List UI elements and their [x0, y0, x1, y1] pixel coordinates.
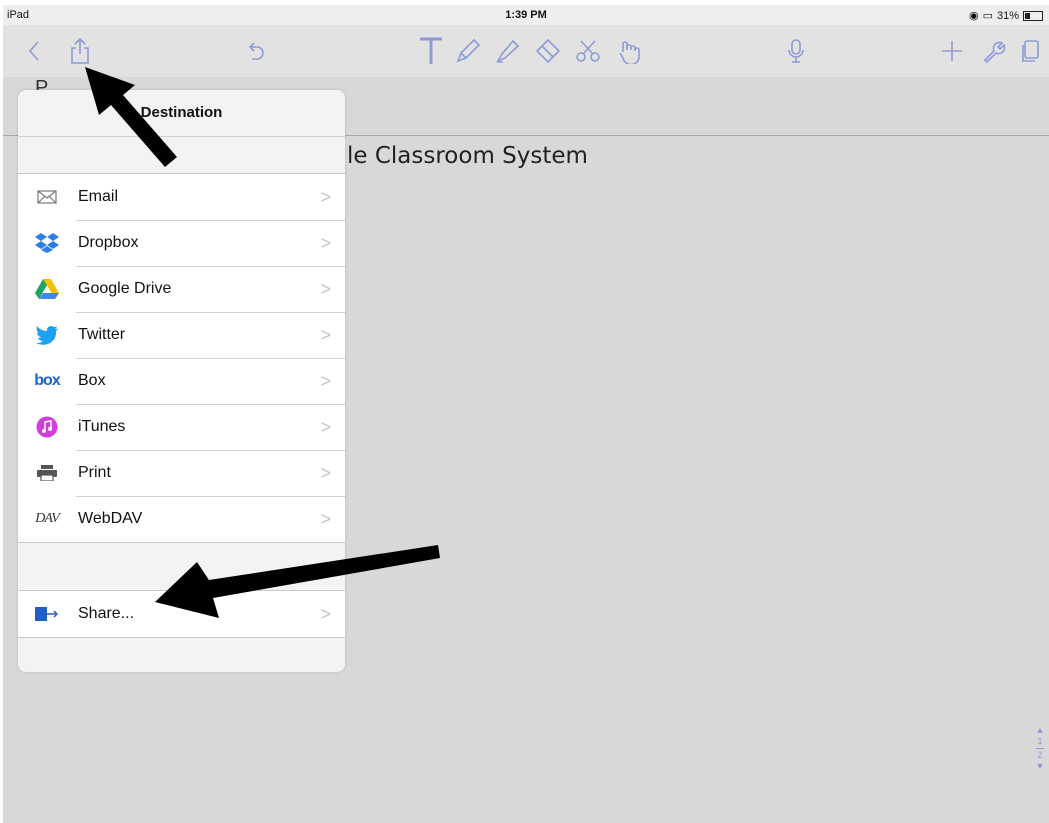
box-icon: box [32, 372, 62, 390]
share-icon [32, 606, 62, 622]
hand-icon[interactable] [615, 35, 645, 67]
destination-label: Twitter [78, 326, 126, 343]
text-tool-icon[interactable] [415, 35, 447, 67]
chevron-right-icon: > [320, 370, 331, 391]
webdav-icon: DAV [32, 511, 62, 527]
annotation-arrow-bottom [155, 545, 440, 618]
print-icon [32, 465, 62, 481]
page-divider [1036, 748, 1044, 749]
destination-label: iTunes [78, 418, 126, 435]
highlighter-icon[interactable] [493, 35, 523, 67]
chevron-right-icon: > [320, 186, 331, 207]
destination-label: WebDAV [78, 510, 143, 527]
chevron-right-icon: > [320, 508, 331, 529]
destination-print[interactable]: Print > [18, 450, 345, 496]
battery-icon [1023, 10, 1043, 21]
battery-percent: 31% [996, 9, 1019, 22]
pen-icon[interactable] [453, 35, 483, 67]
destination-dropbox[interactable]: Dropbox > [18, 220, 345, 266]
webdav-icon-text: DAV [35, 511, 60, 526]
itunes-icon [32, 416, 62, 438]
chevron-right-icon: > [320, 232, 331, 253]
document-title: le Classroom System [347, 143, 588, 169]
clock: 1:39 PM [505, 9, 547, 21]
destination-label: Google Drive [78, 280, 172, 297]
box-icon-text: box [34, 372, 60, 389]
scissors-icon[interactable] [573, 35, 603, 67]
destination-label: Print [78, 464, 111, 481]
destination-label: Box [78, 372, 106, 389]
destination-twitter[interactable]: Twitter > [18, 312, 345, 358]
annotation-arrow-top [85, 67, 177, 167]
page-current: 1 [1037, 736, 1043, 746]
chevron-right-icon: > [320, 462, 331, 483]
destination-itunes[interactable]: iTunes > [18, 404, 345, 450]
wrench-icon[interactable] [981, 35, 1007, 67]
twitter-icon [32, 325, 62, 345]
microphone-icon[interactable] [783, 35, 809, 67]
page-total: 2 [1037, 750, 1043, 760]
destination-webdav[interactable]: DAV WebDAV > [18, 496, 345, 542]
page-indicator[interactable]: ▲ 1 2 ▼ [1033, 725, 1047, 772]
lock-rotation-icon: ◉ [968, 10, 979, 22]
back-icon[interactable] [23, 35, 45, 67]
add-icon[interactable] [939, 35, 965, 67]
undo-icon[interactable] [243, 35, 269, 67]
google-drive-icon [32, 279, 62, 299]
destination-label: Email [78, 188, 119, 205]
page-up-icon[interactable]: ▲ [1033, 725, 1047, 736]
ipad-screen: iPad 1:39 PM ◉ ▭ 31% P le Classroom Syst… [3, 5, 1049, 823]
chevron-right-icon: > [320, 278, 331, 299]
status-icons: ◉ ▭ 31% [969, 9, 1043, 22]
destination-list: Email > Dropbox > Google Drive > Twitter… [18, 173, 345, 543]
email-icon [32, 190, 62, 204]
airplay-icon: ▭ [982, 10, 993, 22]
status-bar: iPad 1:39 PM ◉ ▭ 31% [3, 5, 1049, 25]
chevron-right-icon: > [320, 324, 331, 345]
chevron-right-icon: > [320, 416, 331, 437]
pages-icon[interactable] [1017, 35, 1043, 67]
dropbox-icon [32, 232, 62, 254]
destination-label: Dropbox [78, 234, 139, 251]
destination-box[interactable]: box Box > [18, 358, 345, 404]
eraser-icon[interactable] [533, 35, 563, 67]
destination-google-drive[interactable]: Google Drive > [18, 266, 345, 312]
page-down-icon[interactable]: ▼ [1033, 761, 1047, 772]
